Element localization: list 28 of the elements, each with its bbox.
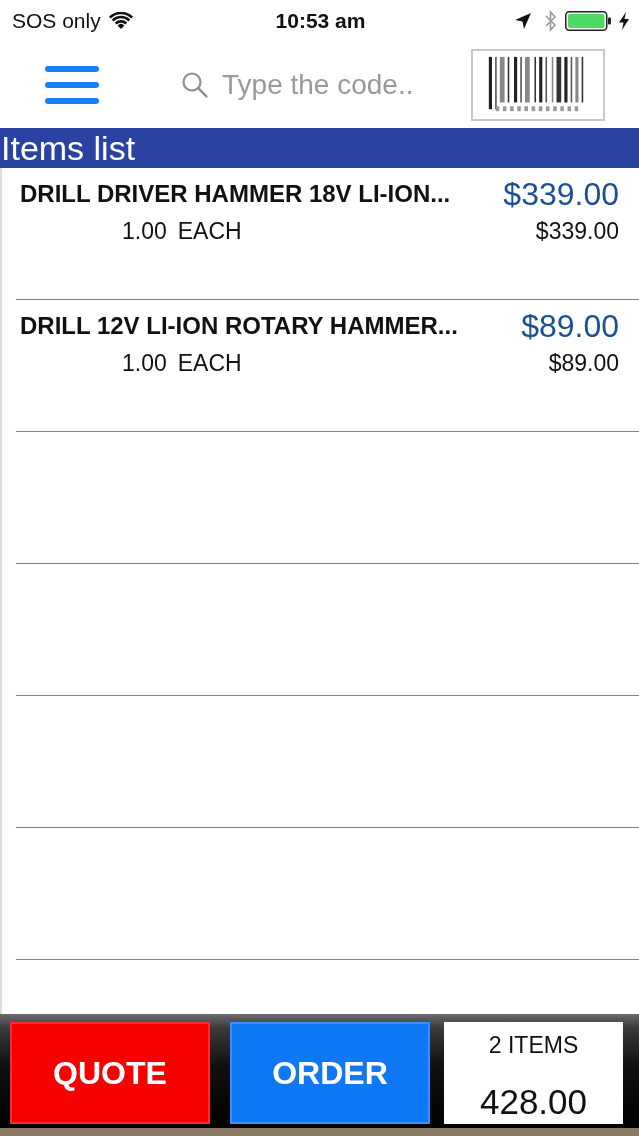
charging-bolt-icon <box>619 12 629 30</box>
item-name: DRILL 12V LI-ION ROTARY HAMMER... <box>20 312 458 340</box>
battery-icon <box>565 11 611 31</box>
order-button[interactable]: ORDER <box>230 1022 430 1124</box>
barcode-scan-button[interactable] <box>471 49 605 121</box>
location-arrow-icon <box>515 13 531 29</box>
item-unit: EACH <box>177 218 242 245</box>
item-count: 2 ITEMS <box>488 1032 579 1059</box>
list-title: Items list <box>0 128 136 168</box>
list-item[interactable]: DRILL DRIVER HAMMER 18V LI-ION... $339.00 1.00 EACH $339.00 <box>2 168 639 299</box>
item-subtotal: $339.00 <box>535 218 619 245</box>
quote-button[interactable]: QUOTE <box>10 1022 210 1124</box>
item-quantity: 1.00 <box>122 218 167 245</box>
list-item[interactable]: DRILL 12V LI-ION ROTARY HAMMER... $89.00 1.00 EACH $89.00 <box>2 300 639 431</box>
item-quantity: 1.00 <box>122 350 167 377</box>
search-icon <box>182 72 208 98</box>
search-input[interactable]: Type the code.. <box>222 65 432 105</box>
item-subtotal: $89.00 <box>548 350 619 377</box>
bluetooth-icon <box>545 10 557 32</box>
clock-time: 10:53 am <box>275 9 366 33</box>
order-total: 428.00 <box>479 1081 588 1123</box>
item-price: $89.00 <box>521 307 619 345</box>
carrier-label: SOS only <box>12 9 101 33</box>
item-price: $339.00 <box>503 175 619 213</box>
item-name: DRILL DRIVER HAMMER 18V LI-ION... <box>20 180 451 208</box>
wifi-icon <box>108 12 133 30</box>
item-unit: EACH <box>177 350 242 377</box>
menu-icon <box>45 66 99 104</box>
